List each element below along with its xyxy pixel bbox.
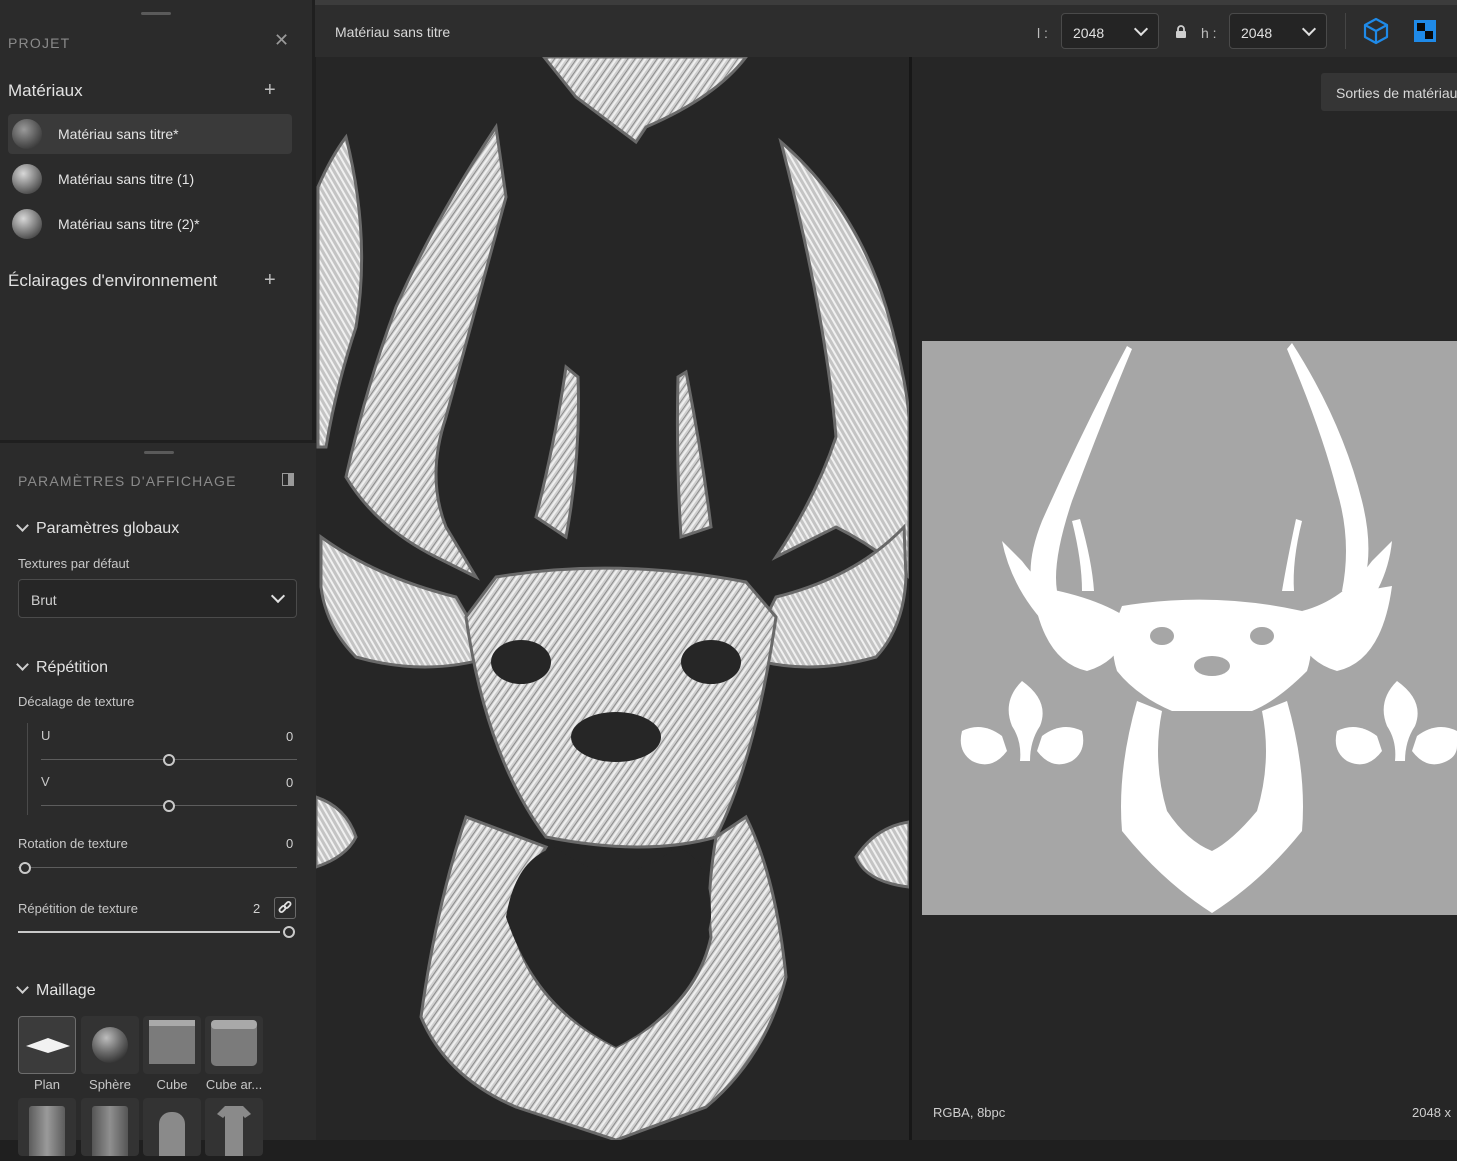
texture-preview: [922, 341, 1457, 915]
project-panel: PROJET ✕ Matériaux + Matériau sans titre…: [0, 0, 312, 440]
lock-icon[interactable]: [1175, 25, 1187, 44]
shape-sphere[interactable]: [81, 1016, 139, 1074]
texture-size: 2048 x: [1412, 1105, 1452, 1120]
material-thumbnail: [12, 164, 42, 194]
shirt-icon: [217, 1106, 251, 1156]
shape-cloth[interactable]: [143, 1098, 201, 1156]
tiling-value[interactable]: 2: [253, 901, 260, 916]
rounded-cube-icon: [211, 1020, 257, 1066]
rotation-slider-handle[interactable]: [19, 862, 31, 874]
materials-header: Matériaux: [8, 81, 83, 100]
v-value[interactable]: 0: [286, 775, 293, 790]
sphere-icon: [92, 1027, 128, 1063]
material-outputs-button[interactable]: Sorties de matériau: [1321, 73, 1457, 111]
chevron-down-icon: [16, 981, 29, 994]
viewport-3d[interactable]: [316, 57, 909, 1140]
default-textures-label: Textures par défaut: [18, 556, 130, 571]
tiling-slider-handle[interactable]: [283, 926, 295, 938]
rotation-label: Rotation de texture: [18, 836, 128, 851]
shape-label: Cube ar...: [205, 1077, 263, 1092]
cylinder-icon: [92, 1106, 128, 1156]
rotation-value[interactable]: 0: [286, 836, 293, 851]
add-material-icon[interactable]: +: [264, 80, 276, 100]
material-item[interactable]: Matériau sans titre (2)*: [8, 204, 292, 244]
top-bar: Matériau sans titre l : 2048 h : 2048: [315, 5, 1457, 57]
3d-view-icon[interactable]: [1362, 17, 1390, 50]
chevron-down-icon: [1133, 21, 1149, 37]
shape-plane[interactable]: [18, 1016, 76, 1074]
v-slider-handle[interactable]: [163, 800, 175, 812]
texture-offset-label: Décalage de texture: [18, 694, 135, 709]
u-value[interactable]: 0: [286, 729, 293, 744]
u-slider-handle[interactable]: [163, 754, 175, 766]
global-params-header[interactable]: Paramètres globaux: [16, 519, 179, 538]
material-thumbnail: [12, 209, 42, 239]
mesh-header[interactable]: Maillage: [16, 981, 96, 1000]
texture-format: RGBA, 8bpc: [933, 1105, 1006, 1120]
material-label: Matériau sans titre*: [58, 126, 179, 142]
shape-label: Sphère: [89, 1077, 131, 1092]
material-thumbnail: [12, 119, 42, 149]
link-icon[interactable]: [274, 897, 296, 919]
chevron-down-icon: [270, 588, 286, 604]
default-textures-dropdown[interactable]: Brut: [18, 579, 297, 618]
tiling-label: Répétition de texture: [18, 901, 138, 916]
width-label: l :: [1037, 25, 1048, 41]
add-lighting-icon[interactable]: +: [264, 270, 276, 290]
material-title: Matériau sans titre: [335, 24, 451, 40]
rotation-slider-track[interactable]: [18, 867, 297, 868]
shape-label: Plan: [33, 1077, 61, 1092]
shape-cylinder[interactable]: [18, 1098, 76, 1156]
panel-grip[interactable]: [141, 12, 171, 15]
group-line: [27, 723, 28, 815]
panel-grip[interactable]: [144, 451, 174, 454]
chevron-down-icon: [16, 658, 29, 671]
panel-toggle-icon[interactable]: [282, 473, 294, 486]
chevron-down-icon: [16, 519, 29, 532]
plane-icon: [26, 1038, 70, 1053]
height-label: h :: [1201, 25, 1217, 41]
height-select[interactable]: 2048: [1229, 13, 1327, 49]
shape-shirt[interactable]: [205, 1098, 263, 1156]
cylinder-icon: [29, 1106, 65, 1156]
material-item[interactable]: Matériau sans titre*: [8, 114, 292, 154]
display-settings-title: PARAMÈTRES D'AFFICHAGE: [18, 473, 237, 489]
close-icon[interactable]: ✕: [274, 30, 289, 51]
shape-rounded-cube[interactable]: [205, 1016, 263, 1074]
viewport-2d[interactable]: Sorties de matériau RGBA, 8bpc 2048 x: [912, 57, 1457, 1140]
v-label: V: [41, 774, 50, 789]
shape-label: Cube: [156, 1077, 188, 1092]
u-label: U: [41, 728, 51, 743]
material-item[interactable]: Matériau sans titre (1): [8, 159, 292, 199]
shape-cylinder-alt[interactable]: [81, 1098, 139, 1156]
chevron-down-icon: [1301, 21, 1317, 37]
embroidered-deer-render: [316, 57, 909, 1140]
2d-view-icon[interactable]: [1414, 20, 1436, 42]
cloth-icon: [159, 1112, 185, 1156]
project-title: PROJET: [8, 35, 71, 51]
display-settings-panel: PARAMÈTRES D'AFFICHAGE Paramètres globau…: [0, 443, 318, 1156]
cube-icon: [149, 1020, 195, 1064]
shape-cube[interactable]: [143, 1016, 201, 1074]
material-label: Matériau sans titre (2)*: [58, 216, 200, 232]
deer-texture-image: [960, 343, 1457, 913]
toolbar-divider: [1345, 13, 1346, 49]
material-label: Matériau sans titre (1): [58, 171, 195, 187]
repetition-header[interactable]: Répétition: [16, 658, 108, 677]
lighting-header: Éclairages d'environnement: [8, 271, 218, 290]
tiling-slider-fill: [18, 931, 280, 933]
width-select[interactable]: 2048: [1061, 13, 1159, 49]
